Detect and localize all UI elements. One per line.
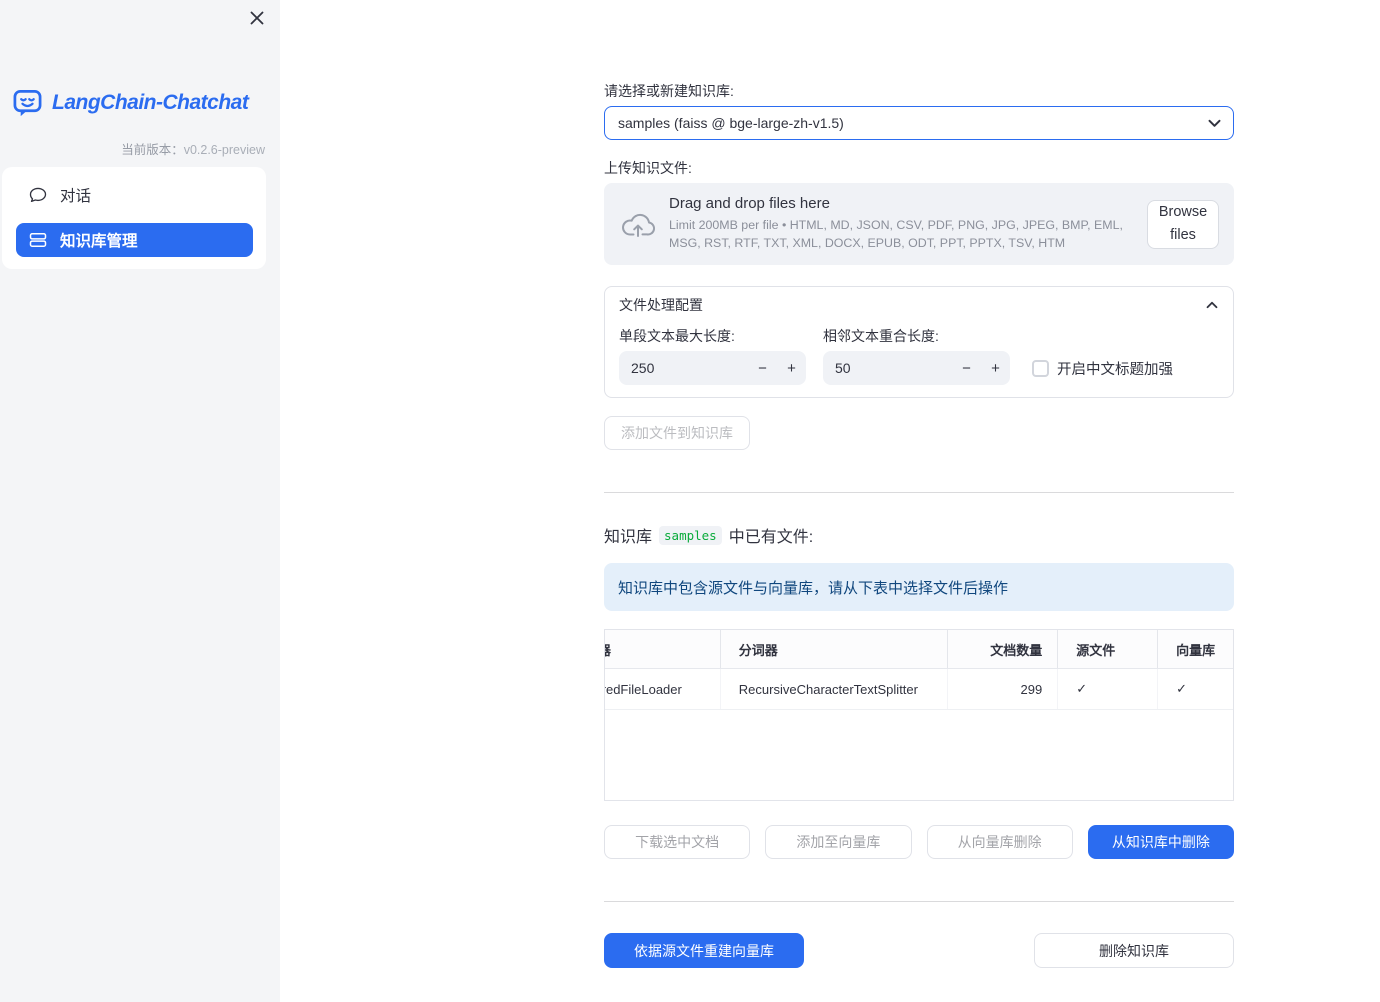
upload-label: 上传知识文件:: [604, 160, 692, 176]
cell-splitter: RecursiveCharacterTextSplitter: [719, 669, 948, 709]
sidebar-menu: 对话 知识库管理: [2, 167, 266, 269]
checkbox-icon: [1032, 359, 1049, 377]
sidebar-item-label: 对话: [60, 188, 92, 205]
dropzone-title: Drag and drop files here: [669, 195, 830, 213]
kb-files-prefix: 知识库: [604, 529, 653, 546]
download-selected-button[interactable]: 下载选中文档: [604, 825, 751, 859]
table-header-loader[interactable]: 文档加载器: [605, 630, 720, 668]
table-header-splitter[interactable]: 分词器: [719, 630, 948, 668]
table-row[interactable]: UnstructuredFileLoader RecursiveCharacte…: [605, 669, 1233, 710]
delete-from-kb-button[interactable]: 从知识库中删除: [1087, 825, 1234, 859]
sidebar: LangChain-Chatchat 当前版本：v0.2.6-preview 对…: [0, 0, 280, 1002]
app-title: LangChain-Chatchat: [52, 90, 249, 114]
kb-files-suffix: 中已有文件:: [728, 529, 814, 546]
overlap-size-decrement-button[interactable]: −: [952, 351, 981, 385]
file-config-expander: 文件处理配置 单段文本最大长度: 相邻文本重合长度: − +: [604, 286, 1234, 398]
browse-files-button[interactable]: Browse files: [1147, 199, 1219, 249]
cell-doc-count: 299: [947, 669, 1057, 709]
overlap-size-increment-button[interactable]: +: [981, 351, 1010, 385]
add-to-vector-store-button[interactable]: 添加至向量库: [765, 825, 912, 859]
version-info: 当前版本：v0.2.6-preview: [121, 139, 265, 158]
info-banner: 知识库中包含源文件与向量库，请从下表中选择文件后操作: [604, 563, 1234, 611]
kb-files-table: 文档加载器 分词器 文档数量 源文件 向量库 UnstructuredFileL…: [604, 629, 1234, 801]
cloud-upload-icon: [621, 211, 655, 238]
overlap-size-input[interactable]: [823, 360, 952, 376]
file-config-expander-header[interactable]: 文件处理配置: [605, 287, 1233, 323]
chatchat-logo-icon: [12, 87, 43, 118]
table-header-source-file[interactable]: 源文件: [1057, 630, 1157, 668]
chunk-size-decrement-button[interactable]: −: [748, 351, 777, 385]
file-dropzone[interactable]: Drag and drop files here Limit 200MB per…: [604, 183, 1234, 265]
dropzone-limit: Limit 200MB per file • HTML, MD, JSON, C…: [669, 218, 1123, 250]
stack-icon: [28, 230, 48, 250]
chunk-size-input[interactable]: [619, 360, 748, 376]
delete-from-vector-store-button[interactable]: 从向量库删除: [926, 825, 1073, 859]
rebuild-vector-store-button[interactable]: 依据源文件重建向量库: [604, 933, 804, 968]
kb-files-line: 知识库 samples 中已有文件:: [604, 524, 1234, 546]
divider: [604, 901, 1234, 902]
dropzone-text: Drag and drop files here Limit 200MB per…: [669, 195, 1147, 253]
kb-bottom-buttons: 依据源文件重建向量库 删除知识库: [604, 933, 1234, 968]
delete-kb-button[interactable]: 删除知识库: [1034, 933, 1234, 968]
cell-source-file-check: ✓: [1057, 669, 1157, 709]
chinese-title-enhance-checkbox[interactable]: 开启中文标题加强: [1032, 358, 1173, 379]
sidebar-item-knowledge-base[interactable]: 知识库管理: [16, 223, 253, 257]
sidebar-close-button[interactable]: [248, 9, 266, 27]
expander-body: 单段文本最大长度: 相邻文本重合长度: − + − + 开启中文标题加强: [605, 323, 1233, 385]
kb-selectbox[interactable]: samples (faiss @ bge-large-zh-v1.5): [604, 106, 1234, 140]
chunk-size-increment-button[interactable]: +: [777, 351, 806, 385]
overlap-size-label: 相邻文本重合长度:: [823, 328, 939, 344]
cell-vector-store-check: ✓: [1157, 669, 1233, 709]
version-value: v0.2.6-preview: [183, 143, 265, 157]
add-files-to-kb-button[interactable]: 添加文件到知识库: [604, 416, 750, 450]
table-header-row: 文档加载器 分词器 文档数量 源文件 向量库: [605, 630, 1233, 669]
version-label: 当前版本：: [121, 143, 184, 157]
sidebar-item-label: 知识库管理: [60, 233, 138, 250]
chat-bubble-icon: [28, 185, 48, 205]
overlap-size-input-group: − +: [823, 351, 1010, 385]
close-icon: [248, 9, 266, 27]
check-icon: ✓: [1176, 681, 1188, 696]
chevron-up-icon: [1206, 301, 1218, 309]
chunk-size-label: 单段文本最大长度:: [619, 328, 735, 344]
app-logo: LangChain-Chatchat: [12, 87, 249, 118]
cell-loader: UnstructuredFileLoader: [605, 681, 682, 697]
checkbox-label: 开启中文标题加强: [1057, 361, 1173, 378]
chevron-down-icon: [1208, 119, 1221, 128]
expander-title: 文件处理配置: [619, 297, 703, 313]
kb-name-code: samples: [659, 525, 722, 545]
divider: [604, 492, 1234, 493]
chunk-size-input-group: − +: [619, 351, 806, 385]
kb-selectbox-value: samples (faiss @ bge-large-zh-v1.5): [618, 115, 844, 131]
table-header-doc-count[interactable]: 文档数量: [947, 630, 1057, 668]
check-icon: ✓: [1076, 681, 1088, 696]
sidebar-item-chat[interactable]: 对话: [16, 178, 253, 212]
main-content: 请选择或新建知识库: samples (faiss @ bge-large-zh…: [604, 0, 1234, 968]
table-header-vector-store[interactable]: 向量库: [1157, 630, 1233, 668]
kb-select-label: 请选择或新建知识库:: [604, 83, 734, 99]
file-action-buttons: 下载选中文档 添加至向量库 从向量库删除 从知识库中删除: [604, 825, 1234, 859]
